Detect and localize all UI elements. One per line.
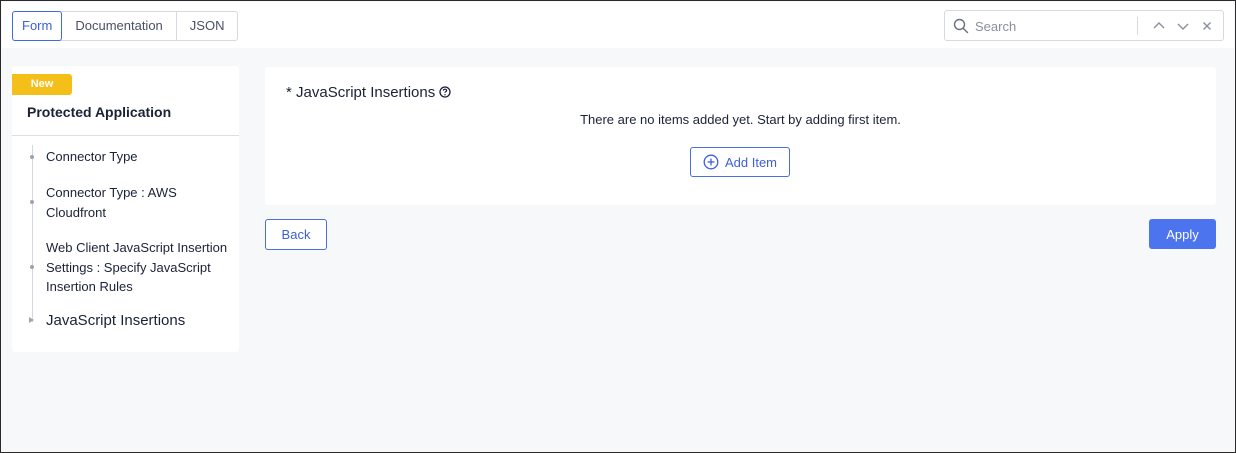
tab-documentation[interactable]: Documentation: [62, 12, 177, 40]
tree-dot: [30, 200, 34, 204]
apply-button[interactable]: Apply: [1149, 219, 1216, 249]
add-item-label: Add Item: [724, 154, 778, 170]
add-item-button[interactable]: Add Item: [690, 147, 790, 177]
sidebar-title: Protected Application: [27, 104, 172, 120]
search-divider: [1137, 17, 1138, 35]
back-button[interactable]: Back: [265, 219, 327, 250]
tree-dot: [30, 155, 34, 159]
sidebar-item-connector-type-aws[interactable]: Connector Type : AWS Cloudfront: [30, 183, 231, 222]
plus-circle-icon: [703, 154, 719, 170]
empty-message: There are no items added yet. Start by a…: [580, 112, 901, 127]
tree-current-arrow: [29, 317, 34, 323]
form-card: * JavaScript Insertions There are no ite…: [265, 67, 1216, 205]
field-label-text: * JavaScript Insertions: [286, 84, 436, 101]
view-tabs: Form Documentation JSON: [12, 11, 239, 41]
search-input[interactable]: [975, 15, 1133, 37]
search-icon: [953, 18, 969, 34]
sidebar-item-insertion-settings[interactable]: Web Client JavaScript Insertion Settings…: [30, 238, 231, 297]
sidebar-item-label: Web Client JavaScript Insertion Settings…: [46, 240, 228, 294]
sidebar-item-connector-type[interactable]: Connector Type: [30, 147, 231, 167]
sidebar-item-label: Connector Type: [46, 149, 138, 164]
app-frame: Form Documentation JSON New Prote: [0, 0, 1236, 453]
close-icon[interactable]: [1199, 18, 1215, 34]
help-circle-icon[interactable]: [439, 86, 451, 98]
search-box: [944, 10, 1224, 41]
sidebar: New Protected Application Connector Type…: [12, 66, 239, 352]
field-label: * JavaScript Insertions: [286, 84, 451, 101]
sidebar-item-label: Connector Type : AWS Cloudfront: [46, 185, 177, 220]
tab-json[interactable]: JSON: [177, 12, 238, 40]
sidebar-item-label: JavaScript Insertions: [46, 312, 186, 329]
chevron-up-icon[interactable]: [1151, 18, 1167, 34]
sidebar-divider: [12, 135, 239, 136]
top-bar: Form Documentation JSON: [2, 2, 1234, 48]
tab-form[interactable]: Form: [12, 11, 63, 41]
tree-dot: [30, 265, 34, 269]
new-badge: New: [12, 74, 72, 95]
chevron-down-icon[interactable]: [1175, 18, 1191, 34]
sidebar-item-javascript-insertions[interactable]: JavaScript Insertions: [29, 311, 231, 331]
tree-line: [32, 145, 33, 322]
